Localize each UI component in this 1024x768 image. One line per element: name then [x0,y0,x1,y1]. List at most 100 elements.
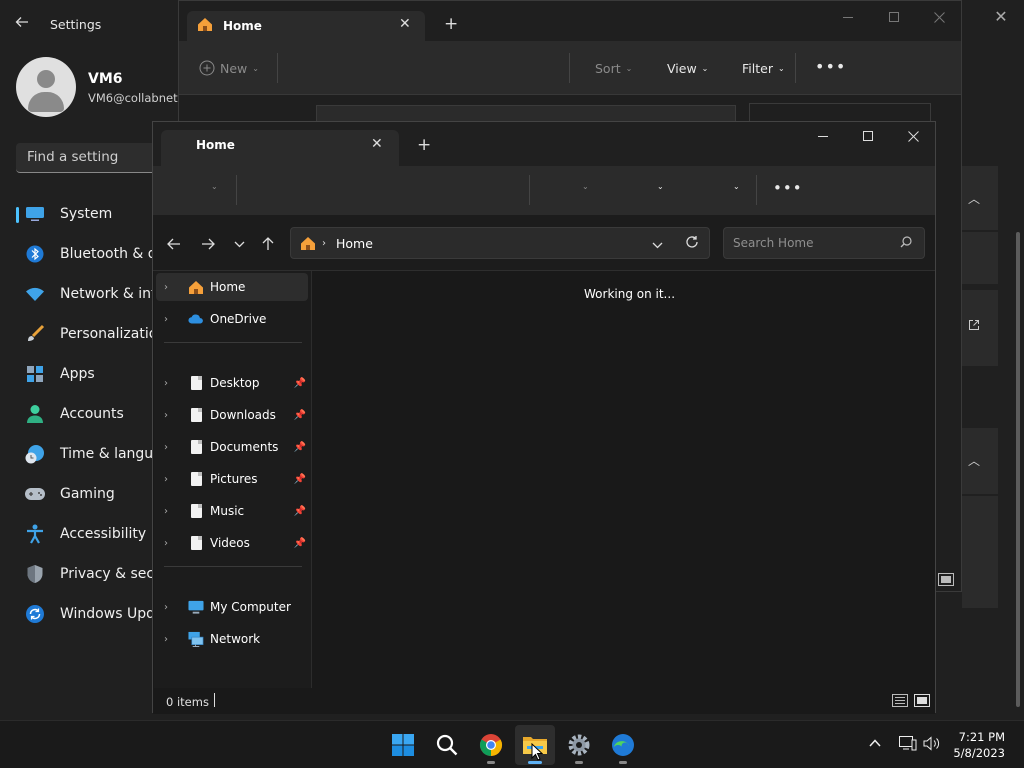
nav-item-apps[interactable]: Apps [16,356,156,392]
tree-item-label: Videos [210,536,250,550]
avatar[interactable] [16,57,76,117]
tab-home[interactable]: Home ✕ [187,11,425,41]
minimize-button[interactable] [800,120,846,152]
tree-item-downloads[interactable]: › Downloads 📌 [156,401,308,429]
forward-arrow-icon[interactable] [197,233,219,255]
refresh-icon[interactable] [685,235,699,253]
external-link-icon[interactable] [968,319,980,334]
chevron-right-icon[interactable]: › [164,410,178,421]
nav-item-accessibility[interactable]: Accessibility [16,516,156,552]
settings-card[interactable] [962,290,998,366]
settings-card[interactable]: ︿ [962,166,998,230]
search-icon[interactable] [427,725,467,765]
tree-item-desktop[interactable]: › Desktop 📌 [156,369,308,397]
tree-item-pictures[interactable]: › Pictures 📌 [156,465,308,493]
address-dropdown-icon[interactable] [652,238,663,253]
new-tab-icon[interactable]: + [417,135,431,155]
tree-item-videos[interactable]: › Videos 📌 [156,529,308,557]
maximize-button[interactable] [845,120,891,152]
more-options-icon[interactable]: ••• [773,179,803,197]
system-clock[interactable]: 7:21 PM 5/8/2023 [953,729,1005,761]
new-dropdown-icon[interactable]: ⌄ [211,182,218,191]
nav-item-system[interactable]: System [16,196,156,232]
tree-item-onedrive[interactable]: › OneDrive [156,305,308,333]
settings-gear-icon[interactable] [559,725,599,765]
tree-item-documents[interactable]: › Documents 📌 [156,433,308,461]
view-dropdown-icon[interactable]: ⌄ [657,182,664,191]
back-arrow-icon[interactable] [163,233,185,255]
maximize-button[interactable] [871,1,917,33]
nav-item-gaming[interactable]: Gaming [16,476,156,512]
settings-close-button[interactable]: ✕ [990,6,1012,28]
settings-scrollbar[interactable] [1016,232,1020,707]
chevron-right-icon[interactable]: › [164,282,178,293]
tree-item-music[interactable]: › Music 📌 [156,497,308,525]
tree-item-home[interactable]: › Home [156,273,308,301]
details-view-icon[interactable] [892,694,908,711]
settings-card[interactable]: ︿ [962,428,998,494]
filter-button[interactable]: Filter ⌄ [742,61,785,76]
chevron-up-icon[interactable] [869,735,881,751]
chevron-right-icon[interactable]: › [164,314,178,325]
chrome-icon[interactable] [471,725,511,765]
tiles-view-icon[interactable] [914,694,930,711]
sort-dropdown-icon[interactable]: ⌄ [582,182,589,191]
chevron-up-icon[interactable]: ︿ [968,452,980,469]
settings-card[interactable] [962,496,998,608]
pin-icon[interactable]: 📌 [294,538,306,549]
settings-card[interactable] [962,232,998,284]
volume-icon[interactable] [923,736,941,755]
nav-item-label: Network & inte [60,286,166,302]
pin-icon[interactable]: 📌 [294,474,306,485]
chevron-right-icon[interactable]: › [164,378,178,389]
chevron-right-icon[interactable]: › [164,634,178,645]
tree-item-network[interactable]: › Network [156,625,308,653]
tree-item-my-computer[interactable]: › My Computer [156,593,308,621]
chevron-right-icon[interactable]: › [164,506,178,517]
sort-button[interactable]: Sort ⌄ [595,61,632,76]
filter-dropdown-icon[interactable]: ⌄ [733,182,740,191]
more-options-icon[interactable]: ••• [815,57,846,76]
breadcrumb-separator-icon[interactable]: › [322,238,326,249]
close-button[interactable] [916,1,962,33]
edge-icon[interactable] [603,725,643,765]
chevron-right-icon[interactable]: › [164,442,178,453]
address-bar[interactable]: › Home [290,227,710,259]
chevron-up-icon[interactable]: ︿ [968,190,980,207]
network-status-icon[interactable] [899,736,917,755]
view-button[interactable]: View ⌄ [667,61,708,76]
back-arrow-icon[interactable] [14,14,34,34]
nav-item-bluetooth[interactable]: Bluetooth & de [16,236,165,272]
pin-icon[interactable]: 📌 [294,442,306,453]
minimize-button[interactable] [825,1,871,33]
chevron-right-icon[interactable]: › [164,602,178,613]
nav-item-time-language[interactable]: Time & langua [16,436,162,472]
nav-item-label: Time & langua [60,446,162,462]
up-arrow-icon[interactable] [257,233,279,255]
start-icon[interactable] [383,725,423,765]
new-button[interactable]: New ⌄ [199,60,259,76]
recent-locations-chevron-icon[interactable] [228,233,250,255]
chevron-right-icon[interactable]: › [164,474,178,485]
nav-item-label: Privacy & secu [60,566,163,582]
pin-icon[interactable]: 📌 [294,410,306,421]
nav-item-privacy[interactable]: Privacy & secu [16,556,163,592]
close-button[interactable] [890,120,936,152]
nav-item-network[interactable]: Network & inte [16,276,165,312]
pin-icon[interactable]: 📌 [294,378,306,389]
new-label: New [220,60,248,76]
new-tab-icon[interactable]: + [444,14,458,34]
chevron-right-icon[interactable]: › [164,538,178,549]
explorer-window[interactable]: Home ✕ + ⌄ ⌄ ⌄ ⌄ ••• › Home Search Home … [152,120,936,714]
tab-close-icon[interactable]: ✕ [399,16,411,32]
tiles-view-icon[interactable] [938,573,954,586]
search-icon[interactable] [900,236,912,251]
nav-item-windows-update[interactable]: Windows Upda [16,596,164,632]
search-input[interactable]: Search Home [723,227,925,259]
tab-close-icon[interactable]: ✕ [371,136,383,152]
nav-item-accounts[interactable]: Accounts [16,396,156,432]
pin-icon[interactable]: 📌 [294,506,306,517]
breadcrumb-home[interactable]: Home [336,236,373,251]
file-list-area[interactable]: Working on it... [313,271,935,688]
nav-item-personalization[interactable]: Personalization [16,316,166,352]
